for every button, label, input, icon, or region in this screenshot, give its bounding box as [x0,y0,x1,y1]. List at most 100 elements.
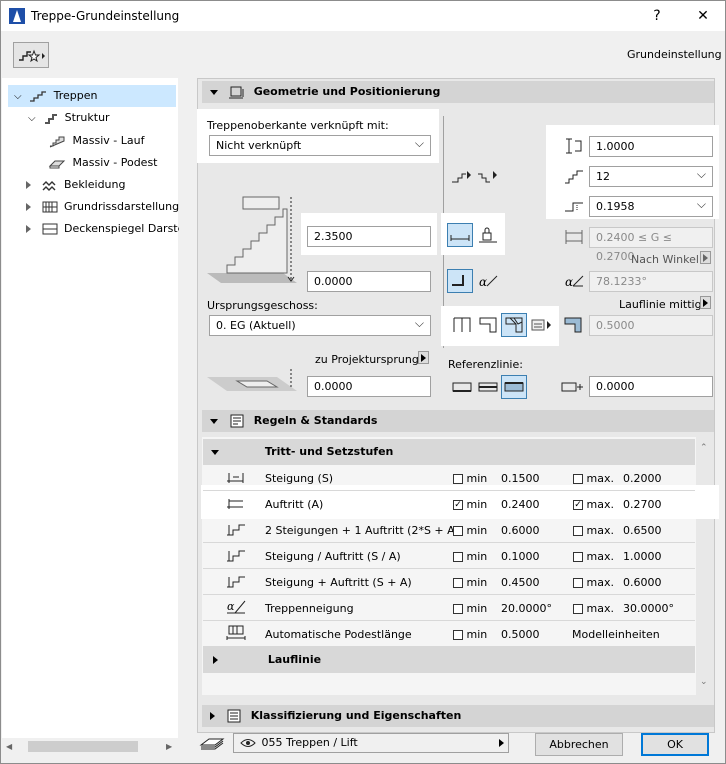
stair-elevation-icon [207,196,297,283]
tree-item-treppen[interactable]: ⌵ Treppen [8,85,176,107]
riser-count-icon-box [561,164,587,188]
tree-item-deckenspiegel[interactable]: Deckenspiegel Darste [26,218,184,240]
min-value[interactable]: 0.1000 [501,550,540,563]
reference-offset-input[interactable]: 0.0000 [589,376,713,397]
min-checkbox[interactable] [453,474,463,484]
min-label: min [466,628,488,641]
ref-line-right[interactable] [501,375,527,399]
total-height-input[interactable]: 1.0000 [589,136,713,157]
rules-title: Regeln & Standards [253,414,378,427]
cancel-button[interactable]: Abbrechen [535,733,623,756]
min-value[interactable]: 0.2400 [501,498,540,511]
max-checkbox[interactable]: ✓ [573,500,583,510]
min-checkbox[interactable] [453,578,463,588]
walkline-group-header[interactable]: Lauflinie [203,647,695,673]
max-label: max. [586,472,614,485]
stair-shape-turn[interactable] [475,313,501,337]
eye-icon [240,739,256,747]
max-checkbox[interactable] [573,552,583,562]
angle-constraint-button[interactable]: α [475,269,501,293]
project-offset-input[interactable]: 0.0000 [307,376,431,397]
min-value[interactable]: 0.1500 [501,472,540,485]
stair-shape-straight[interactable] [449,313,475,337]
ref-line-center[interactable] [475,375,501,399]
rule-row-neigung: α Treppenneigung min 20.0000° max. 30.00… [203,595,695,621]
rules-group-header[interactable]: Tritt- und Setzstufen [203,439,695,465]
min-value[interactable]: 0.4500 [501,576,540,589]
min-checkbox[interactable] [453,552,463,562]
flip-left-button[interactable] [448,164,474,188]
max-value[interactable]: 0.2000 [623,472,662,485]
max-value[interactable]: 1.0000 [623,550,662,563]
height-input[interactable]: 2.3500 [307,226,431,247]
max-label: max. [586,524,614,537]
max-checkbox[interactable] [573,526,583,536]
max-value[interactable]: 0.6000 [623,576,662,589]
rule-row-auftritt: Auftritt (A) ✓ min 0.2400 ✓ max. 0.2700 [203,491,695,517]
tree-item-massiv-podest[interactable]: Massiv - Podest [48,152,158,174]
tree-horizontal-scrollbar[interactable]: ◀ ▶ [2,738,178,755]
ok-button[interactable]: OK [641,733,709,756]
slope-angle-icon: α [565,275,584,289]
min-checkbox[interactable] [453,526,463,536]
classification-section-header[interactable]: Klassifizierung und Eigenschaften [202,705,714,727]
tree-item-bekleidung[interactable]: Bekleidung [26,174,125,196]
min-value[interactable]: 0.6000 [501,524,540,537]
walkline-link[interactable]: Lauflinie mittig [619,298,702,311]
min-value[interactable]: 0.5000 [501,628,540,641]
floorplan-icon [42,201,57,213]
rule-row-s-durch-a: Steigung / Auftritt (S / A) min 0.1000 m… [203,543,695,569]
walkline-offset-field: 0.5000 [589,315,713,336]
riser-count-select[interactable]: 12 [589,165,713,187]
close-button[interactable]: ✕ [683,1,723,31]
min-checkbox[interactable] [453,604,463,614]
ref-line-left[interactable] [449,375,475,399]
project-origin-icon [207,369,297,391]
ref-left-icon [452,382,472,392]
tree-item-grundriss[interactable]: Grundrissdarstellung [26,196,179,218]
layer-selector[interactable]: 055 Treppen / Lift [233,733,509,753]
base-constraint-toggle[interactable] [447,269,473,293]
base-offset-input[interactable]: 0.0000 [307,271,431,292]
max-label: max. [586,498,614,511]
layer-name: 055 Treppen / Lift [261,736,358,749]
going-icon-box [561,225,587,249]
favorites-button[interactable] [13,42,49,68]
project-origin-link[interactable]: zu Projektursprung [315,353,419,366]
top-link-select[interactable]: Nicht verknüpft [209,134,431,156]
tree-item-struktur[interactable]: ⌵ Struktur [8,107,110,129]
max-value[interactable]: 0.2700 [623,498,662,511]
riser-height-icon [565,202,583,212]
rules-scrollbar[interactable]: ⌃ ⌄ [698,441,712,693]
rules-section-header[interactable]: Regeln & Standards [202,410,714,432]
flip-right-button[interactable] [474,164,500,188]
max-checkbox[interactable] [573,604,583,614]
title-bar: Treppe-Grundeinstellung ? ✕ [1,1,725,31]
max-value[interactable]: 30.0000° [623,602,674,615]
by-angle-link[interactable]: Nach Winkel [631,253,699,266]
walkline-arrow-button[interactable] [700,296,711,309]
tree-item-massiv-lauf[interactable]: Massiv - Lauf [48,130,144,152]
max-value[interactable]: 0.6500 [623,524,662,537]
origin-story-select[interactable]: 0. EG (Aktuell) [209,314,431,336]
lock-constraint-button[interactable] [475,223,501,247]
lock-height-toggle[interactable] [447,223,473,247]
geometry-section-header[interactable]: Geometrie und Positionierung [202,81,714,103]
angle-field: 78.1233° [589,271,713,292]
rule-label: Auftritt (A) [265,498,324,511]
stair-shape-winder[interactable] [501,313,527,337]
max-checkbox[interactable] [573,474,583,484]
by-angle-arrow-button[interactable] [700,251,711,264]
tree-splitter[interactable] [179,78,187,740]
help-button[interactable]: ? [637,1,677,31]
min-checkbox[interactable]: ✓ [453,500,463,510]
stair-shape-more[interactable] [529,313,555,337]
max-checkbox[interactable] [573,578,583,588]
min-checkbox[interactable] [453,630,463,640]
units-label: Modelleinheiten [572,628,660,641]
min-value[interactable]: 20.0000° [501,602,552,615]
riser-height-select[interactable]: 0.1958 [589,195,713,217]
geometry-title: Geometrie und Positionierung [253,85,441,98]
ratio-rule-icon [227,550,245,562]
project-origin-arrow-button[interactable] [418,351,429,364]
